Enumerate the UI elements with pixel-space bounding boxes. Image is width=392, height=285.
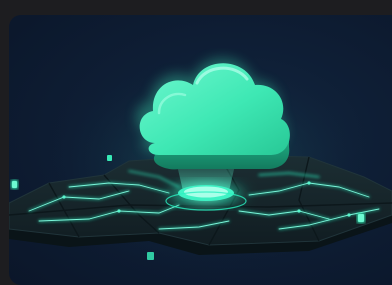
hero-image-card [9,15,392,285]
screenshot-frame [0,0,392,285]
cloud-computing-illustration [9,55,392,275]
